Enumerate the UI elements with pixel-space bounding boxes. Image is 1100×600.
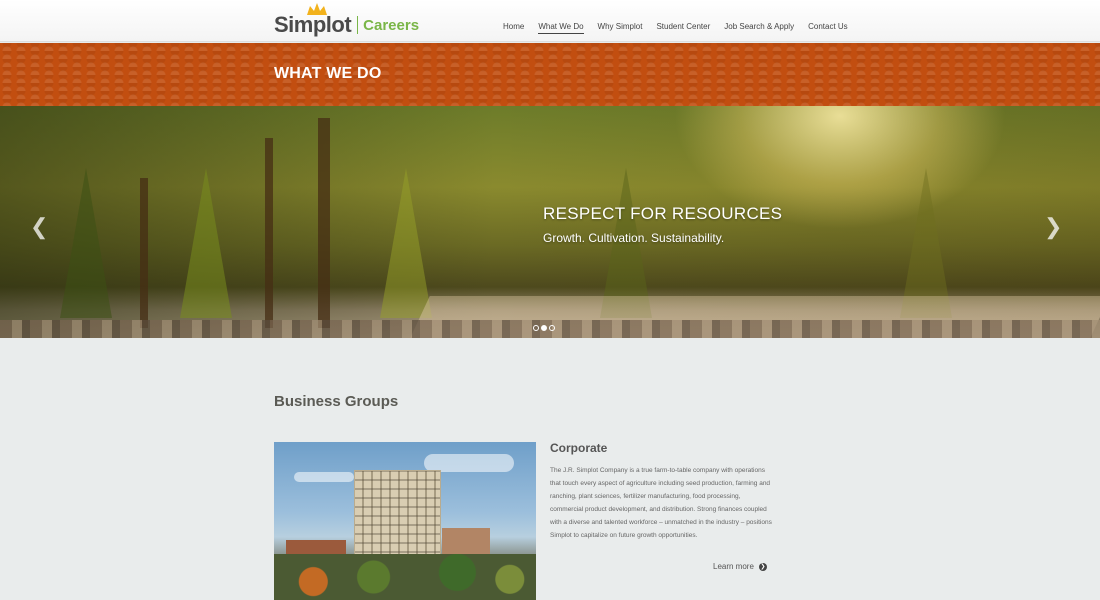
- page-title: WHAT WE DO: [274, 65, 382, 82]
- page-title-band: WHAT WE DO: [0, 43, 1100, 106]
- image-trees: [274, 554, 536, 600]
- site-header: Simplot Careers Home What We Do Why Simp…: [0, 0, 1100, 42]
- section-title: Business Groups: [274, 393, 399, 410]
- nav-home[interactable]: Home: [503, 22, 524, 34]
- logo[interactable]: Simplot Careers: [274, 2, 419, 40]
- hero-subheading: Growth. Cultivation. Sustainability.: [543, 231, 725, 245]
- carousel-dot-2[interactable]: [541, 325, 547, 331]
- hero-carousel: ❮ ❯ RESPECT FOR RESOURCES Growth. Cultiv…: [0, 106, 1100, 338]
- forest-image-element: [380, 168, 432, 318]
- chevron-left-icon: ❮: [30, 214, 49, 239]
- nav-job-search-apply[interactable]: Job Search & Apply: [724, 22, 794, 34]
- logo-wordmark: Simplot: [274, 12, 352, 37]
- forest-image-element: [140, 178, 148, 328]
- forest-image-element: [318, 118, 330, 328]
- corporate-building-image: [274, 442, 536, 600]
- learn-more-link[interactable]: Learn more ❯: [713, 562, 767, 571]
- carousel-dot-1[interactable]: [533, 325, 539, 331]
- nav-student-center[interactable]: Student Center: [656, 22, 710, 34]
- image-cloud: [294, 472, 354, 482]
- carousel-indicators: [533, 325, 555, 331]
- nav-contact-us[interactable]: Contact Us: [808, 22, 848, 34]
- logo-divider: [357, 16, 359, 34]
- card-description: The J.R. Simplot Company is a true farm-…: [550, 467, 772, 539]
- hero-heading: RESPECT FOR RESOURCES: [543, 204, 783, 223]
- nav-what-we-do[interactable]: What We Do: [538, 22, 584, 34]
- forest-image-element: [60, 168, 112, 318]
- chevron-right-icon: ❯: [1044, 214, 1063, 239]
- carousel-dot-3[interactable]: [549, 325, 555, 331]
- carousel-next-button[interactable]: ❯: [1044, 216, 1062, 238]
- main-nav: Home What We Do Why Simplot Student Cent…: [503, 22, 862, 34]
- forest-image-element: [180, 168, 232, 318]
- forest-image-element: [265, 138, 273, 328]
- circle-arrow-right-icon: ❯: [758, 562, 767, 571]
- carousel-prev-button[interactable]: ❮: [30, 216, 48, 238]
- card-title: Corporate: [550, 441, 608, 455]
- learn-more-label: Learn more: [713, 562, 754, 571]
- logo-careers: Careers: [363, 17, 420, 34]
- nav-why-simplot[interactable]: Why Simplot: [598, 22, 643, 34]
